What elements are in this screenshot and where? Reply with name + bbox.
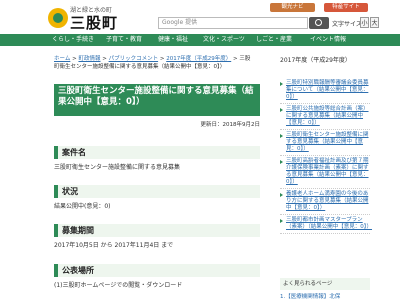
- font-size-large-button[interactable]: 大: [370, 17, 379, 28]
- sidebar-item-6[interactable]: 三股町都市計画マスタープラン（素案）（結果公開中【意見：0】）: [280, 217, 372, 234]
- nav-item-life[interactable]: くらし・手続き: [52, 34, 94, 46]
- nav-item-work[interactable]: しごと・産業: [256, 34, 292, 46]
- section-heading-publication: 公表場所: [54, 264, 260, 277]
- nav-item-events[interactable]: イベント情報: [310, 34, 346, 46]
- breadcrumb-home[interactable]: ホーム: [54, 56, 70, 62]
- search-input[interactable]: Google 提供: [158, 17, 308, 29]
- section-body-publication: (1)三股町ホームページでの閲覧・ダウンロード: [54, 282, 183, 289]
- global-nav: くらし・手続き 子育て・教育 健康・福祉 文化・スポーツ しごと・産業 イベント…: [0, 34, 400, 46]
- town-logo-icon[interactable]: [48, 8, 68, 28]
- breadcrumb-fiscal-year[interactable]: 2017年度（平成29年度）: [166, 56, 231, 62]
- section-heading-period: 募集期間: [54, 224, 260, 237]
- page-title: 三股町衛生センター施設整備に関する意見募集（結果公開中【意見：0】）: [58, 86, 254, 107]
- section-heading-status: 状況: [54, 185, 260, 198]
- nav-item-health[interactable]: 健康・福祉: [158, 34, 188, 46]
- nav-item-culture[interactable]: 文化・スポーツ: [203, 34, 245, 46]
- section-body-status: 結果公開中(意見：0): [54, 203, 111, 210]
- breadcrumb-public-comment[interactable]: パブリックコメント: [109, 56, 159, 62]
- updated-date: 更新日：2018年9月2日: [200, 122, 261, 128]
- section-body-case-name: 三股町衛生センター施設整備に関する意見募集: [54, 164, 181, 171]
- sidebar-list: 三股町特別職報酬等審議会委員募集について（結果公開中【意見：0】） 三股町公共施…: [280, 80, 372, 236]
- sidebar-item-3[interactable]: 三股町衛生センター施設整備に関する意見募集（結果公開中【意見：0】）: [280, 132, 370, 156]
- breadcrumb-town-info[interactable]: 町政情報: [78, 56, 100, 62]
- sidebar-item-2[interactable]: 三股町公共施設等総合計画（案）に関する意見募集（結果公開中【意見：0】）: [280, 106, 370, 130]
- logo-title[interactable]: 三股町: [70, 12, 118, 33]
- font-size-label: 文字サイズ: [332, 21, 362, 28]
- search-icon[interactable]: [309, 17, 329, 29]
- section-body-period: 2017年10月5日 から 2017年11月4日 まで: [54, 242, 174, 249]
- popular-pages-heading: よく見られるページ: [280, 278, 370, 290]
- sidebar-item-1[interactable]: 三股町特別職報酬等審議会委員募集について（結果公開中【意見：0】）: [280, 80, 370, 104]
- section-heading-case-name: 案件名: [54, 146, 260, 159]
- sidebar-heading: 2017年度（平成29年度）: [280, 57, 351, 64]
- popular-page-link[interactable]: 1.【医療機関情報】北保: [280, 292, 340, 300]
- nav-item-childcare[interactable]: 子育て・教育: [106, 34, 142, 46]
- breadcrumb: ホーム > 町政情報 > パブリックコメント > 2017年度（平成29年度） …: [54, 56, 251, 70]
- font-size-small-button[interactable]: 小: [360, 17, 369, 28]
- sidebar-item-4[interactable]: 三股町高齢者福祉計画及び第７期介護保険事業計画（素案）に関する意見募集（結果公開…: [280, 158, 370, 189]
- tourism-nav-button[interactable]: 観光ナビ: [270, 3, 315, 12]
- sidebar-item-5[interactable]: 養護老人ホーム満寿園の今後のあり方に関する意見募集（結果公開中【意見：0】）: [280, 191, 370, 215]
- specialty-site-button[interactable]: 特産サイト: [324, 3, 368, 12]
